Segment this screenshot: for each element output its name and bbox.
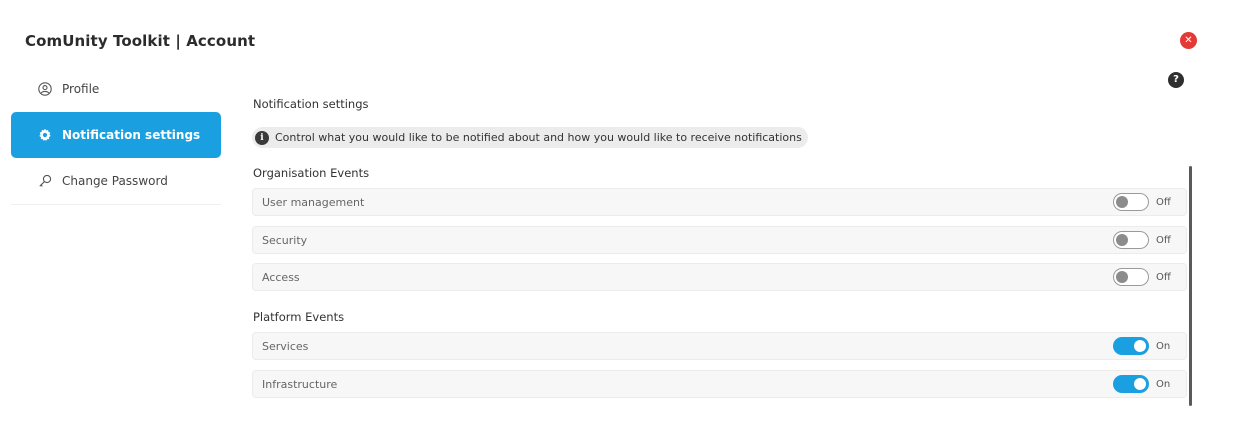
help-button[interactable]: ? xyxy=(1168,72,1184,88)
setting-label: Infrastructure xyxy=(262,377,338,391)
setting-row-infrastructure: Infrastructure On xyxy=(252,370,1187,398)
help-icon: ? xyxy=(1173,74,1179,85)
scrollbar[interactable] xyxy=(1189,166,1192,406)
setting-label: Access xyxy=(262,270,300,284)
toggle-switch[interactable] xyxy=(1113,268,1149,286)
toggle-state: On xyxy=(1156,340,1171,352)
key-icon xyxy=(37,173,53,189)
info-text: Control what you would like to be notifi… xyxy=(275,131,802,144)
sidebar-item-label: Notification settings xyxy=(62,128,201,142)
close-button[interactable]: ✕ xyxy=(1180,32,1197,49)
toggle-switch[interactable] xyxy=(1113,231,1149,249)
setting-row-services: Services On xyxy=(252,332,1187,360)
sidebar-item-label: Profile xyxy=(62,82,100,96)
page-title: Notification settings xyxy=(253,97,369,111)
setting-row-user-management: User management Off xyxy=(252,188,1187,216)
group-title-platform-events: Platform Events xyxy=(253,310,345,324)
gear-icon xyxy=(37,127,53,143)
sidebar-item-change-password[interactable]: Change Password xyxy=(11,160,221,202)
setting-label: User management xyxy=(262,195,365,209)
toggle-state: Off xyxy=(1156,234,1171,246)
toggle-switch[interactable] xyxy=(1113,375,1149,393)
info-banner: i Control what you would like to be noti… xyxy=(252,127,808,148)
sidebar-item-notification-settings[interactable]: Notification settings xyxy=(11,112,221,158)
setting-label: Security xyxy=(262,233,308,247)
sidebar-item-label: Change Password xyxy=(62,174,168,188)
toggle-switch[interactable] xyxy=(1113,193,1149,211)
app-title: ComUnity Toolkit | Account xyxy=(25,32,256,50)
setting-row-security: Security Off xyxy=(252,226,1187,254)
toggle-state: On xyxy=(1156,378,1171,390)
toggle-switch[interactable] xyxy=(1113,337,1149,355)
setting-label: Services xyxy=(262,339,309,353)
toggle-state: Off xyxy=(1156,196,1171,208)
user-circle-icon xyxy=(37,81,53,97)
close-icon: ✕ xyxy=(1184,34,1193,46)
toggle-state: Off xyxy=(1156,271,1171,283)
group-title-organisation-events: Organisation Events xyxy=(253,166,370,180)
sidebar: Profile Notification settings Change Pas… xyxy=(11,68,221,205)
setting-row-access: Access Off xyxy=(252,263,1187,291)
info-icon: i xyxy=(255,130,269,145)
sidebar-item-profile[interactable]: Profile xyxy=(11,68,221,110)
